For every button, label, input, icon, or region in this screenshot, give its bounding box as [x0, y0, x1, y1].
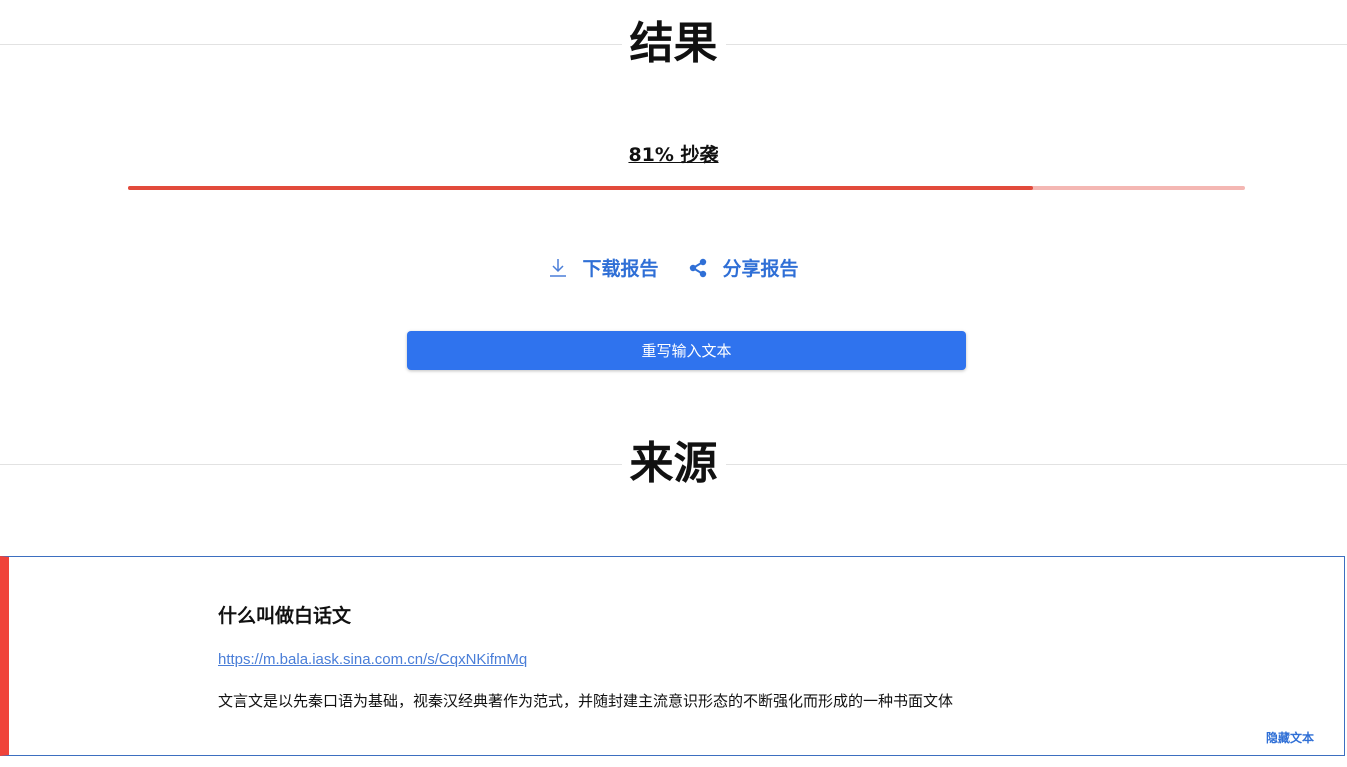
plagiarism-progress-fill: [128, 186, 1033, 190]
source-card: 什么叫做白话文 https://m.bala.iask.sina.com.cn/…: [0, 556, 1345, 756]
download-report-label: 下载报告: [582, 258, 659, 280]
source-url-link[interactable]: https://m.bala.iask.sina.com.cn/s/CqxNKi…: [218, 651, 527, 668]
download-icon: [548, 257, 568, 279]
plagiarism-progress-bar: [128, 186, 1245, 190]
source-title: 什么叫做白话文: [218, 605, 352, 627]
share-report-button[interactable]: 分享报告: [687, 254, 799, 281]
share-report-label: 分享报告: [722, 258, 799, 280]
plagiarism-score-label: 81% 抄袭: [628, 144, 719, 166]
share-icon: [687, 257, 709, 279]
results-section-heading: 结果: [0, 14, 1347, 74]
sources-title: 来源: [621, 434, 726, 494]
download-report-button[interactable]: 下载报告: [548, 254, 659, 281]
hide-text-button[interactable]: 隐藏文本: [1266, 729, 1314, 746]
sources-section-heading: 来源: [0, 434, 1347, 494]
results-page: 结果 81% 抄袭 下载报告 分享报告 重写输入文本 来源 什么叫做白话文 ht…: [0, 0, 1347, 767]
source-excerpt: 文言文是以先秦口语为基础，视秦汉经典著作为范式，并随封建主流意识形态的不断强化而…: [218, 692, 954, 710]
results-title: 结果: [621, 14, 726, 74]
report-actions: 下载报告 分享报告: [0, 254, 1347, 281]
rewrite-input-button[interactable]: 重写输入文本: [407, 331, 966, 370]
